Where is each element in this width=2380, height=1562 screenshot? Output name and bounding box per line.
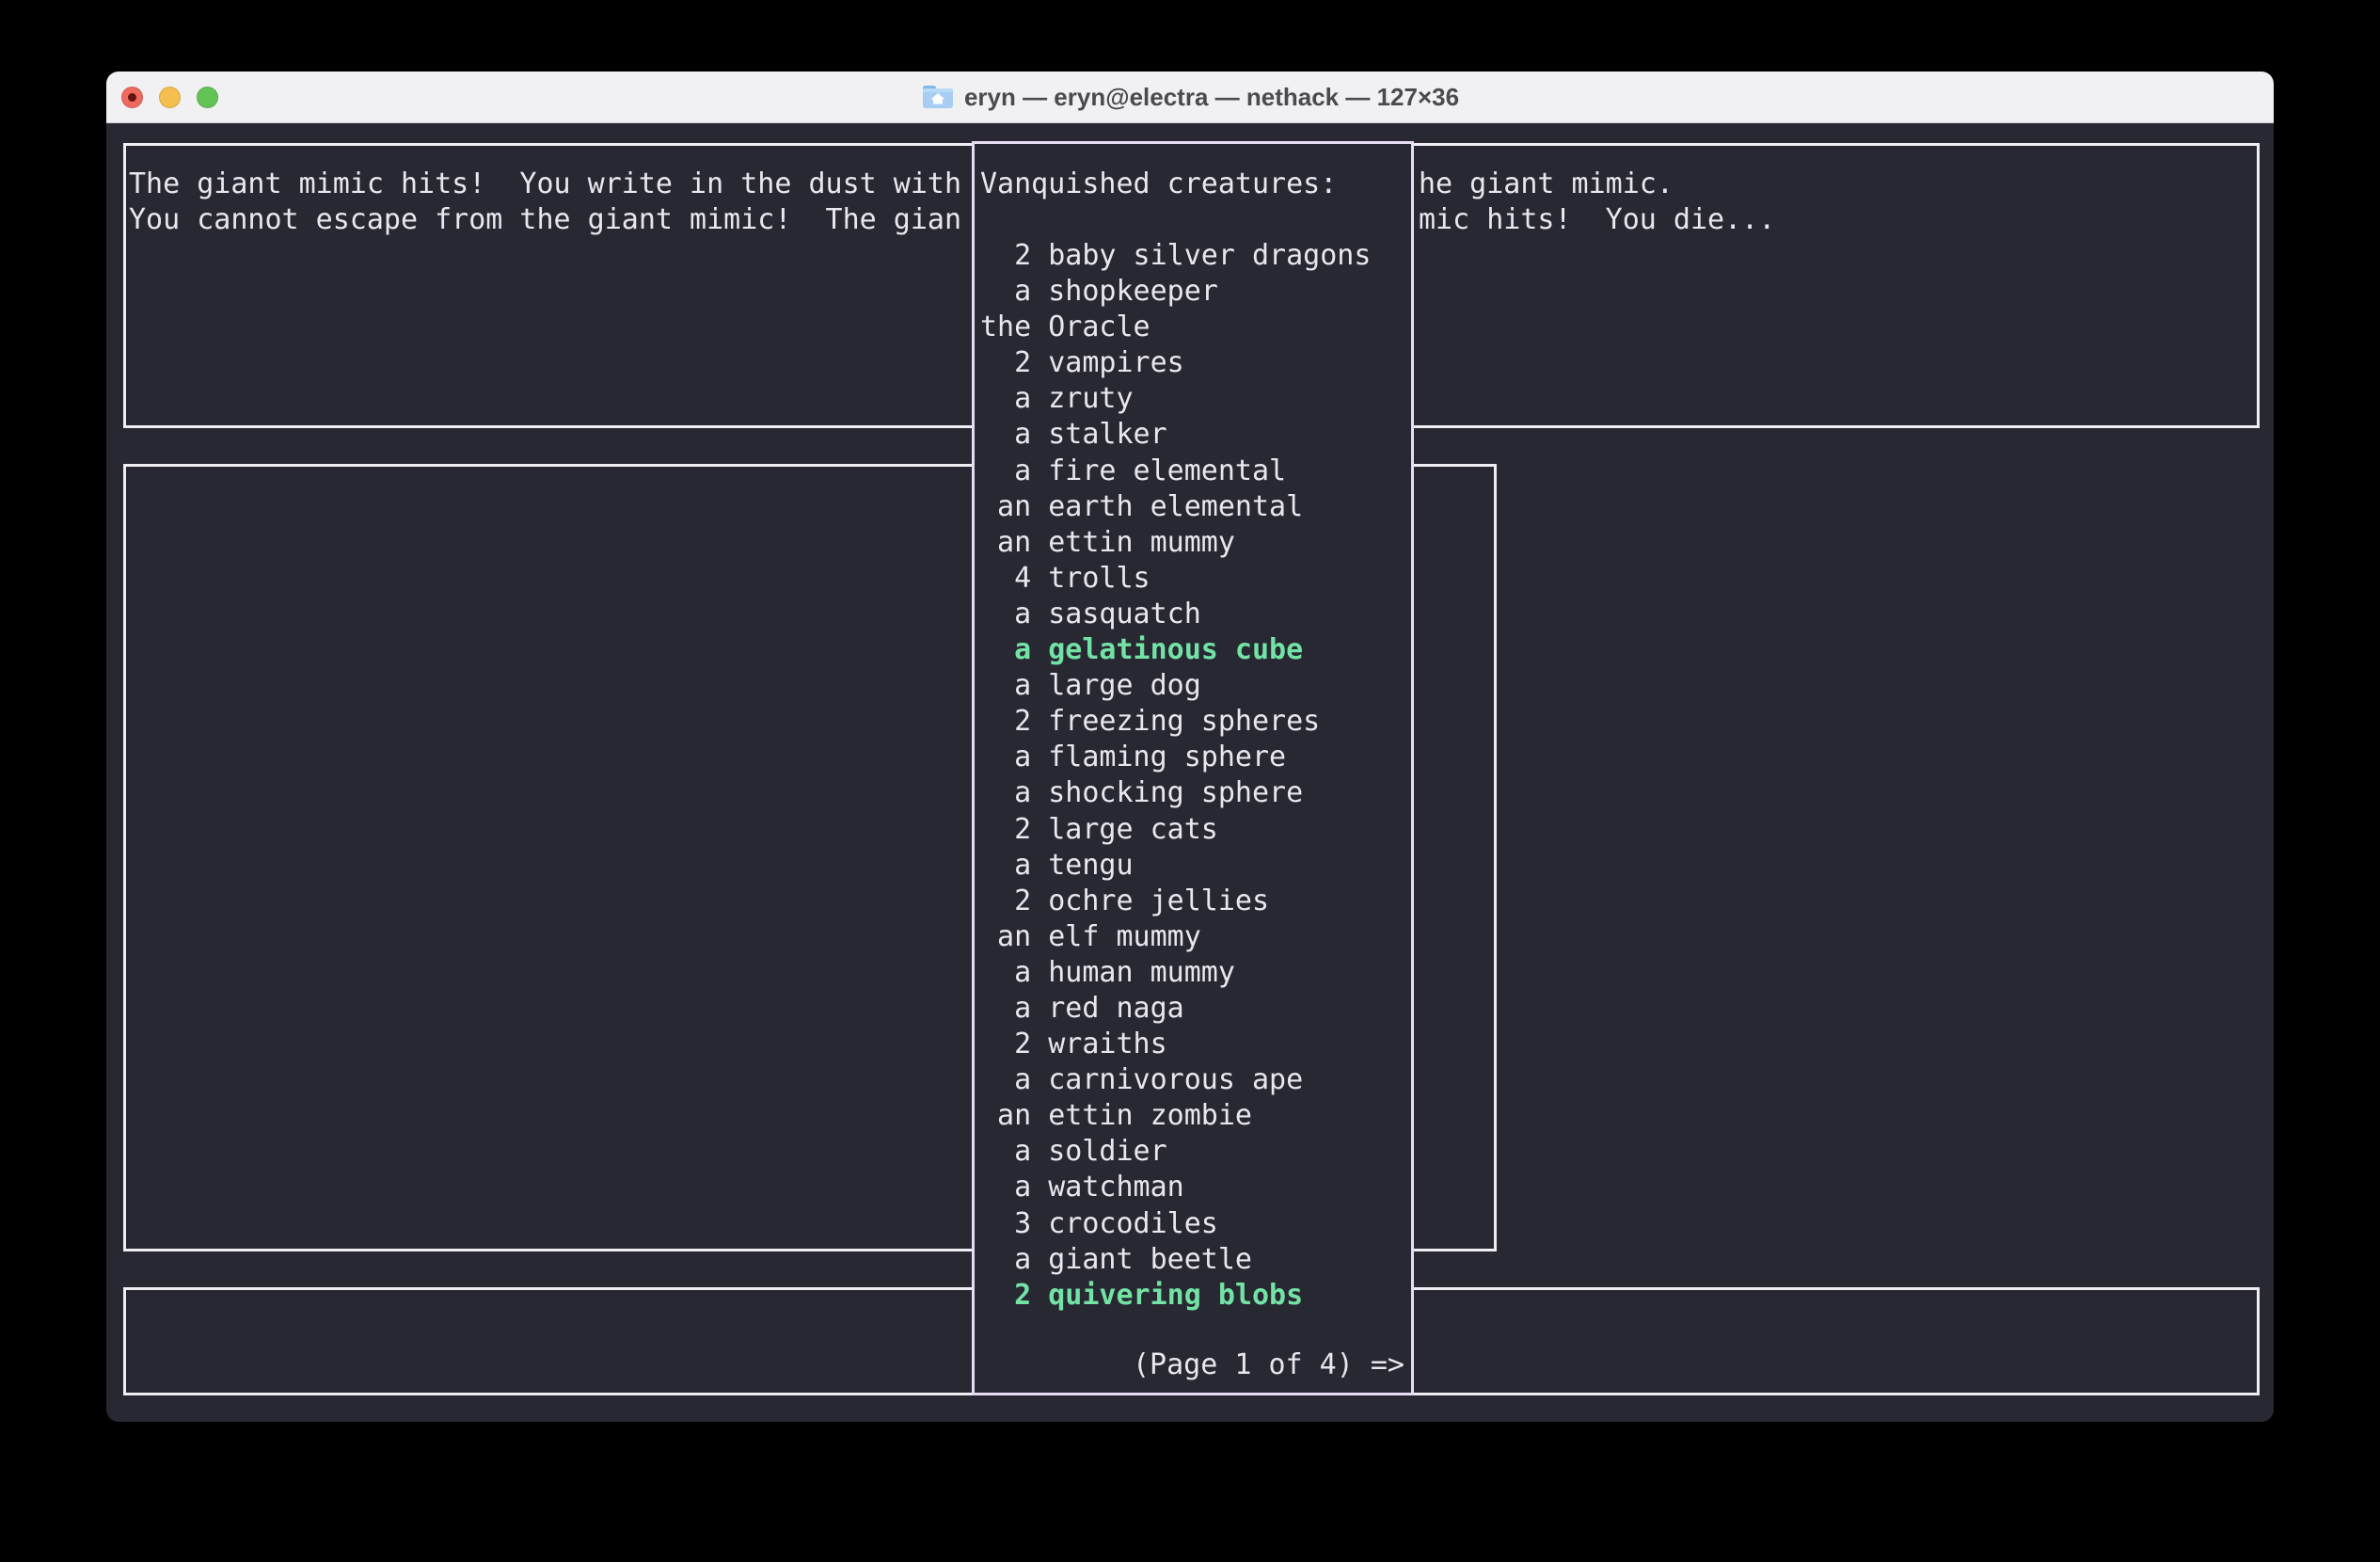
vanquished-list-item: a soldier <box>980 1134 1371 1170</box>
vanquished-list-item: the Oracle <box>980 310 1371 345</box>
vanquished-list-item: an ettin zombie <box>980 1098 1371 1134</box>
vanquished-list-item: 2 wraiths <box>980 1027 1371 1062</box>
menu-pager: (Page 1 of 4) => <box>1133 1347 1404 1383</box>
vanquished-list-item: a stalker <box>980 417 1371 453</box>
title-area: eryn — eryn@electra — nethack — 127×36 <box>921 83 1459 112</box>
close-button[interactable] <box>121 87 143 108</box>
zoom-button[interactable] <box>197 87 218 108</box>
vanquished-list-item: 2 vampires <box>980 345 1371 381</box>
vanquished-list-item: a red naga <box>980 991 1371 1027</box>
message-line-2-left: You cannot escape from the giant mimic! … <box>129 202 961 238</box>
activity-dot-icon <box>128 93 136 102</box>
vanquished-list-item: a shocking sphere <box>980 775 1371 811</box>
vanquished-list-item: 3 crocodiles <box>980 1206 1371 1242</box>
home-folder-icon <box>921 83 955 111</box>
vanquished-list-item: 2 ochre jellies <box>980 884 1371 919</box>
vanquished-list-item: 2 baby silver dragons <box>980 238 1371 274</box>
vanquished-list-item: 2 freezing spheres <box>980 704 1371 740</box>
message-line-1-right: he giant mimic. <box>1419 167 1674 202</box>
vanquished-list-item: 4 trolls <box>980 561 1371 597</box>
vanquished-list-item: 2 large cats <box>980 812 1371 848</box>
vanquished-list-item: an earth elemental <box>980 489 1371 525</box>
titlebar[interactable]: eryn — eryn@electra — nethack — 127×36 <box>106 72 2274 123</box>
vanquished-list-item: an elf mummy <box>980 919 1371 955</box>
vanquished-list-item: a gelatinous cube <box>980 632 1371 668</box>
vanquished-list-item: an ettin mummy <box>980 525 1371 561</box>
vanquished-list-item: a large dog <box>980 668 1371 704</box>
vanquished-list-item: a zruty <box>980 381 1371 417</box>
traffic-lights <box>121 72 218 122</box>
vanquished-list-item: a fire elemental <box>980 454 1371 489</box>
vanquished-list-item: 2 quivering blobs <box>980 1278 1371 1314</box>
terminal-window: eryn — eryn@electra — nethack — 127×36 T… <box>106 72 2274 1422</box>
vanquished-menu: Vanquished creatures: 2 baby silver drag… <box>972 141 1414 1395</box>
vanquished-list-item: a sasquatch <box>980 597 1371 632</box>
vanquished-list-item: a giant beetle <box>980 1242 1371 1278</box>
vanquished-list-item: a watchman <box>980 1170 1371 1205</box>
menu-title: Vanquished creatures: <box>980 167 1337 202</box>
vanquished-list: 2 baby silver dragons a shopkeeperthe Or… <box>980 238 1371 1314</box>
window-title: eryn — eryn@electra — nethack — 127×36 <box>964 83 1459 112</box>
vanquished-list-item: a shopkeeper <box>980 274 1371 310</box>
minimize-button[interactable] <box>159 87 181 108</box>
vanquished-list-item: a flaming sphere <box>980 740 1371 775</box>
terminal-screen[interactable]: The giant mimic hits! You write in the d… <box>106 123 2274 1421</box>
vanquished-list-item: a tengu <box>980 848 1371 884</box>
message-line-1-left: The giant mimic hits! You write in the d… <box>129 167 961 202</box>
vanquished-list-item: a carnivorous ape <box>980 1062 1371 1098</box>
vanquished-list-item: a human mummy <box>980 955 1371 991</box>
message-line-2-right: mic hits! You die... <box>1419 202 1775 238</box>
